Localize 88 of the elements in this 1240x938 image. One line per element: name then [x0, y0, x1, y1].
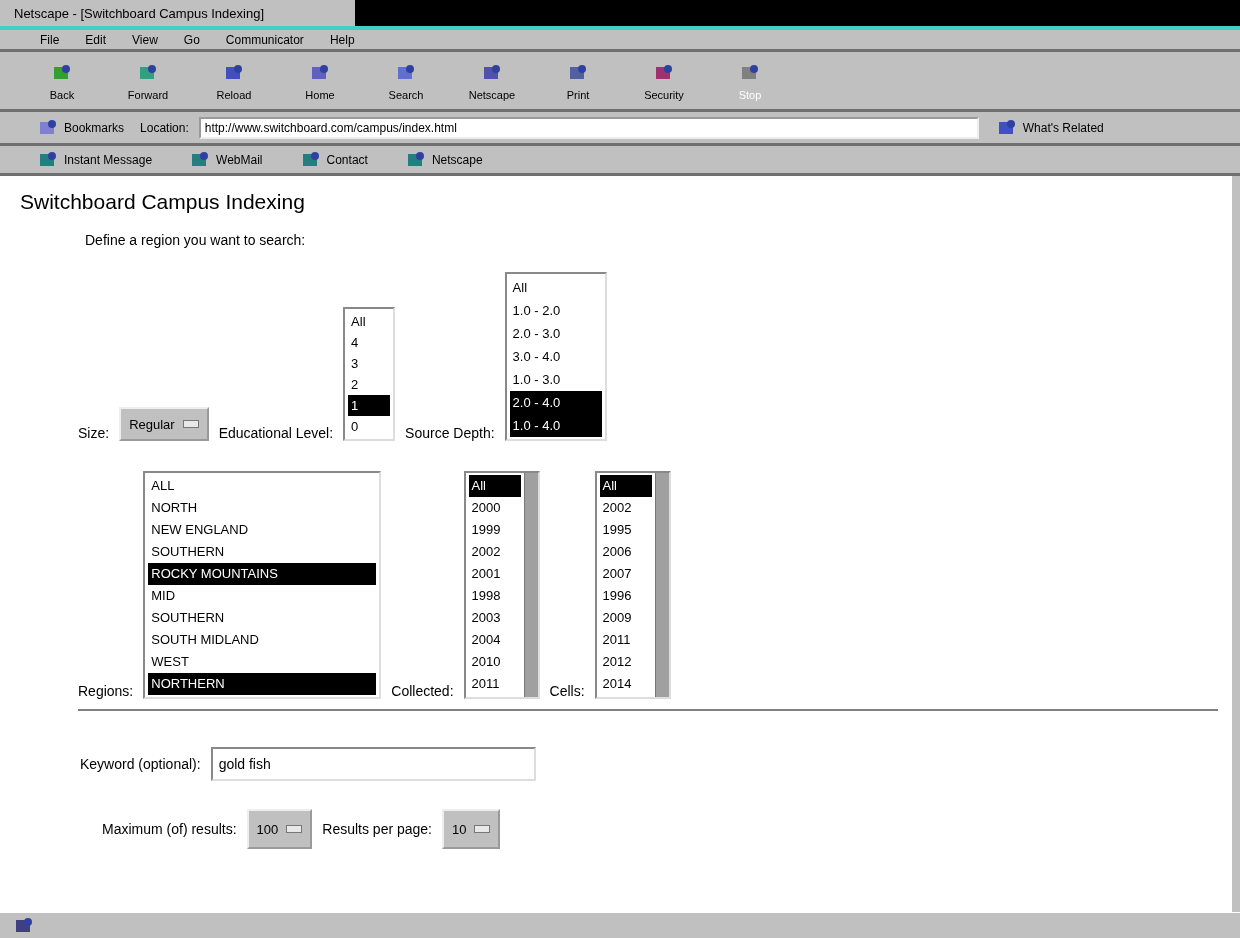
- list-option[interactable]: SOUTH MIDLAND: [148, 629, 377, 651]
- list-option[interactable]: NORTH: [148, 497, 377, 519]
- list-option[interactable]: All: [599, 475, 652, 497]
- list-box[interactable]: All 1.0 - 2.0 2.0 - 3.0 3.0 - 4.0 1.0 - 3.0 2.0 - 4.0 1.0 - 4.0: [504, 272, 607, 441]
- toolbar-button[interactable]: Home: [288, 60, 352, 101]
- intro-text: Define a region you want to search:: [85, 232, 307, 248]
- list-option[interactable]: 2001: [468, 563, 521, 585]
- list-option[interactable]: 2002: [468, 541, 521, 563]
- list-option[interactable]: ALL: [148, 475, 377, 497]
- results-select[interactable]: 10: [442, 809, 501, 849]
- list-option[interactable]: 2.0 - 3.0: [509, 322, 602, 345]
- list-option[interactable]: SOUTHERN: [148, 607, 377, 629]
- menu-item[interactable]: Go: [183, 32, 200, 47]
- scrollbar[interactable]: [654, 473, 669, 697]
- url-field[interactable]: http://www.switchboard.com/campus/index.html: [198, 116, 979, 139]
- list-option[interactable]: 2009: [599, 607, 652, 629]
- field-label: Maximum (of) results:: [102, 821, 237, 837]
- field-label: Educational Level:: [218, 425, 334, 441]
- list-option[interactable]: 2002: [599, 497, 652, 519]
- list-option[interactable]: 2011: [468, 673, 521, 695]
- list-option[interactable]: 1: [348, 395, 391, 416]
- personal-link[interactable]: Contact: [292, 146, 374, 173]
- toolbar-button[interactable]: Print: [546, 60, 610, 101]
- menu-item[interactable]: File: [40, 32, 60, 47]
- toolbar-button[interactable]: Search: [374, 60, 438, 101]
- list-option[interactable]: 2004: [468, 629, 521, 651]
- list-option[interactable]: 2006: [599, 541, 652, 563]
- keyword-field[interactable]: gold fish: [210, 747, 536, 781]
- list-option[interactable]: All: [509, 276, 602, 299]
- list-option[interactable]: 2.0 - 4.0: [509, 391, 602, 414]
- list-option[interactable]: 2003: [468, 607, 521, 629]
- list-option[interactable]: 4: [348, 332, 391, 353]
- personal-link[interactable]: Instant Message: [30, 146, 159, 173]
- size-select[interactable]: Regular: [119, 407, 209, 441]
- personal-link[interactable]: Netscape: [397, 146, 489, 173]
- location-label: Location:: [140, 120, 189, 135]
- personal-link[interactable]: WebMail: [182, 146, 269, 173]
- list-option[interactable]: 1.0 - 2.0: [509, 299, 602, 322]
- bookmarks-button[interactable]: Bookmarks: [30, 114, 131, 141]
- toolbar-button[interactable]: Reload: [202, 60, 266, 101]
- list-box[interactable]: All 2002 1995 2006 2007 1996 2009 2011 2012 2014: [594, 471, 671, 699]
- page-heading: Switchboard Campus Indexing: [20, 190, 306, 214]
- list-option[interactable]: 2000: [468, 497, 521, 519]
- menu-item[interactable]: Communicator: [225, 32, 304, 47]
- menu-item[interactable]: View: [132, 32, 158, 47]
- toolbar-button[interactable]: Security: [632, 60, 696, 101]
- toolbar-button[interactable]: Back: [30, 60, 94, 101]
- field-label: Regions:: [78, 683, 134, 699]
- list-option[interactable]: NORTHERN: [148, 673, 377, 695]
- list-option[interactable]: 0: [348, 416, 391, 437]
- menu-item[interactable]: Edit: [85, 32, 107, 47]
- related-button[interactable]: What's Related: [988, 114, 1110, 141]
- list-box[interactable]: ALL NORTH NEW ENGLAND SOUTHERN ROCKY MOUNTAINS MID SOUTHERN SOUTH MIDLAND WEST NORTHERN: [143, 471, 382, 699]
- list-option[interactable]: 1998: [468, 585, 521, 607]
- list-option[interactable]: 2014: [599, 673, 652, 695]
- list-option[interactable]: 2007: [599, 563, 652, 585]
- list-box[interactable]: All 2000 1999 2002 2001 1998 2003 2004 2010 2011: [463, 471, 540, 699]
- list-box[interactable]: All 4 3 2 1 0: [343, 307, 396, 441]
- list-option[interactable]: 2012: [599, 651, 652, 673]
- list-option[interactable]: 3.0 - 4.0: [509, 345, 602, 368]
- window-title: Netscape - [Switchboard Campus Indexing]: [0, 0, 355, 26]
- list-option[interactable]: ROCKY MOUNTAINS: [148, 563, 377, 585]
- toolbar-button[interactable]: Forward: [116, 60, 180, 101]
- menu-item[interactable]: Help: [329, 32, 355, 47]
- field-label: Cells:: [549, 683, 585, 699]
- list-option[interactable]: 1.0 - 3.0: [509, 368, 602, 391]
- list-option[interactable]: All: [348, 311, 391, 332]
- field-label: Size:: [78, 425, 110, 441]
- field-label: Keyword (optional):: [80, 756, 201, 772]
- list-option[interactable]: SOUTHERN: [148, 541, 377, 563]
- list-option[interactable]: NEW ENGLAND: [148, 519, 377, 541]
- scrollbar[interactable]: [523, 473, 538, 697]
- list-option[interactable]: MID: [148, 585, 377, 607]
- list-option[interactable]: 1996: [599, 585, 652, 607]
- field-label: Source Depth:: [405, 425, 495, 441]
- list-option[interactable]: 2: [348, 374, 391, 395]
- list-option[interactable]: 1999: [468, 519, 521, 541]
- maximum-select[interactable]: 100: [246, 809, 313, 849]
- list-option[interactable]: 3: [348, 353, 391, 374]
- list-option[interactable]: 1.0 - 4.0: [509, 414, 602, 437]
- list-option[interactable]: 2010: [468, 651, 521, 673]
- list-option[interactable]: 2011: [599, 629, 652, 651]
- field-label: Results per page:: [322, 821, 432, 837]
- list-option[interactable]: All: [468, 475, 521, 497]
- field-label: Collected:: [391, 683, 454, 699]
- list-option[interactable]: 1995: [599, 519, 652, 541]
- list-option[interactable]: WEST: [148, 651, 377, 673]
- toolbar-button[interactable]: Netscape: [460, 60, 524, 101]
